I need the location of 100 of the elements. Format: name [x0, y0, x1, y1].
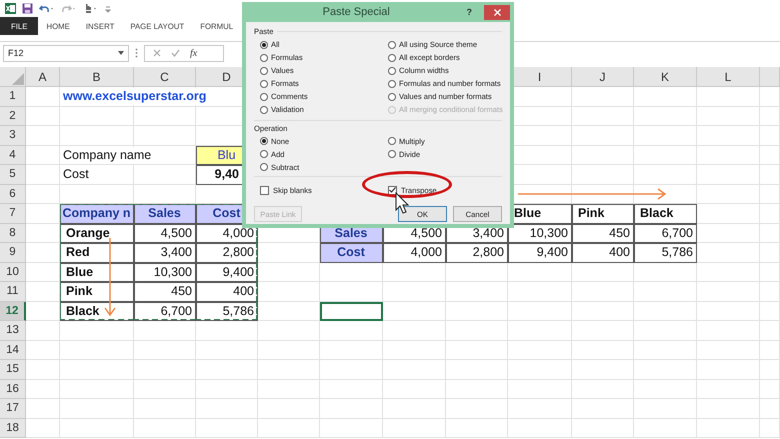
table-cell: 450: [572, 224, 634, 243]
grid-cell: [697, 204, 760, 224]
grid-cell: [26, 321, 60, 340]
grid-cell: [697, 224, 760, 243]
grid-cell: [383, 418, 446, 438]
grid-cell: [446, 399, 508, 418]
radio-button[interactable]: [388, 80, 396, 88]
column-header[interactable]: K: [634, 67, 697, 87]
row-header[interactable]: 10: [0, 262, 26, 282]
grid-cell: [134, 321, 196, 340]
grid-cell: [446, 340, 508, 360]
column-header[interactable]: B: [60, 67, 134, 87]
grid-cell: [446, 360, 508, 380]
row-header[interactable]: 9: [0, 243, 26, 262]
grid-cell: [697, 262, 760, 282]
grid-cell: [508, 282, 572, 302]
radio-button[interactable]: [260, 150, 268, 158]
insert-function-button[interactable]: fx: [190, 48, 198, 58]
table-cell: Orange: [60, 224, 134, 243]
radio-button[interactable]: [388, 66, 396, 75]
grid-cell: [760, 262, 780, 282]
row-header[interactable]: 13: [0, 321, 26, 340]
grid-cell: [634, 262, 697, 282]
row-header[interactable]: 12: [0, 302, 26, 321]
close-button[interactable]: [484, 4, 510, 20]
column-header[interactable]: L: [697, 67, 760, 87]
grid-cell: [26, 184, 60, 204]
row-header[interactable]: 16: [0, 380, 26, 399]
grid-cell: [258, 282, 320, 302]
grid-cell: [196, 380, 258, 399]
radio-button[interactable]: [260, 66, 268, 75]
table-cell: 2,800: [196, 243, 258, 262]
grid-cell: [634, 302, 697, 321]
row-header[interactable]: 6: [0, 184, 26, 204]
row-header[interactable]: 3: [0, 126, 26, 146]
grid-cell: [320, 399, 383, 418]
grid-cell: [572, 262, 634, 282]
spreadsheet-logo-icon[interactable]: [5, 3, 16, 14]
table-cell: Blue: [60, 262, 134, 282]
grid-cell: [572, 87, 634, 106]
grid-cell: [196, 418, 258, 438]
grip-icon: [135, 48, 138, 58]
grid-cell: [760, 418, 780, 438]
row-header[interactable]: 2: [0, 106, 26, 126]
grid-cell: [26, 106, 60, 126]
row-header[interactable]: 15: [0, 360, 26, 380]
checkbox[interactable]: [260, 186, 269, 194]
grid-cell: [572, 282, 634, 302]
grid-cell: [383, 399, 446, 418]
row-header[interactable]: 14: [0, 340, 26, 360]
check-icon[interactable]: [171, 49, 180, 57]
grid-cell: [383, 282, 446, 302]
save-icon[interactable]: [22, 3, 33, 14]
radio-button[interactable]: [260, 163, 268, 172]
radio-button[interactable]: [388, 54, 396, 62]
radio-button[interactable]: [260, 80, 268, 88]
row-header[interactable]: 7: [0, 204, 26, 224]
grid-cell: [508, 321, 572, 340]
radio-button[interactable]: [388, 92, 396, 101]
radio-button[interactable]: [260, 54, 268, 62]
radio-button[interactable]: [260, 92, 268, 101]
grid-cell: [697, 126, 760, 146]
grid-cell: [572, 106, 634, 126]
row-header[interactable]: 4: [0, 146, 26, 165]
table-cell: 6,700: [134, 302, 196, 321]
row-header[interactable]: 18: [0, 418, 26, 438]
row-header[interactable]: 11: [0, 282, 26, 302]
table-cell: Company name: [63, 146, 152, 164]
radio-button[interactable]: [388, 150, 396, 158]
grid-cell: [634, 380, 697, 399]
column-header[interactable]: C: [134, 67, 196, 87]
row-header[interactable]: 17: [0, 399, 26, 418]
undo-icon[interactable]: [39, 4, 55, 14]
row-header[interactable]: 8: [0, 224, 26, 243]
column-header[interactable]: J: [572, 67, 634, 87]
grid-cell: [760, 282, 780, 302]
customize-icon[interactable]: [105, 4, 111, 12]
hand-icon[interactable]: [83, 3, 99, 14]
grid-cell: [196, 321, 258, 340]
row-header[interactable]: 1: [0, 87, 26, 106]
table-cell: 10,300: [508, 224, 572, 243]
help-button[interactable]: ?: [466, 7, 472, 17]
grid-cell: [760, 360, 780, 380]
row-header[interactable]: 5: [0, 165, 26, 184]
checkbox[interactable]: [388, 186, 397, 194]
radio-button[interactable]: [260, 40, 268, 49]
grid-cell: [446, 282, 508, 302]
grid-cell: [26, 204, 60, 224]
radio-button[interactable]: [388, 40, 396, 49]
grid-cell: [320, 340, 383, 360]
grid-cell: [760, 126, 780, 146]
radio-button[interactable]: [260, 137, 268, 146]
grid-cell: [697, 165, 760, 184]
column-header[interactable]: A: [26, 67, 60, 87]
radio-button[interactable]: [260, 106, 268, 114]
grid-cell: [258, 418, 320, 438]
grid-cell: [697, 399, 760, 418]
name-box[interactable]: F12: [3, 44, 129, 62]
radio-button[interactable]: [388, 137, 396, 146]
grid-cell: [134, 360, 196, 380]
